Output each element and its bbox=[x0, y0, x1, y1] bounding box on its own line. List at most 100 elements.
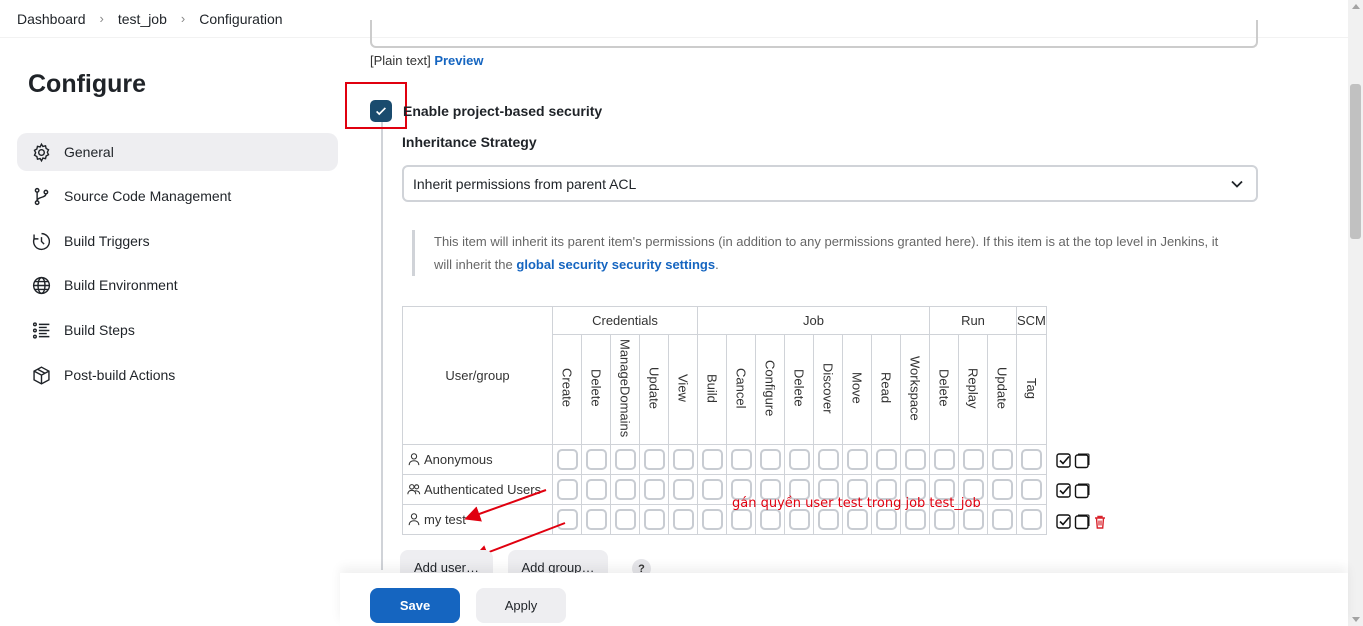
row-name-text: Authenticated Users bbox=[424, 482, 542, 497]
breadcrumb-dashboard[interactable]: Dashboard bbox=[17, 11, 86, 27]
select-all-icon[interactable] bbox=[1056, 483, 1072, 499]
permission-checkbox[interactable] bbox=[933, 449, 955, 470]
permission-cell bbox=[987, 504, 1017, 535]
breadcrumb-job[interactable]: test_job bbox=[118, 11, 167, 27]
global-security-link[interactable]: global security security settings bbox=[516, 257, 715, 272]
permission-checkbox[interactable] bbox=[672, 509, 694, 530]
permission-checkbox[interactable] bbox=[962, 449, 984, 470]
permission-cell bbox=[842, 444, 872, 475]
select-all-icon[interactable] bbox=[1056, 453, 1072, 469]
permission-checkbox[interactable] bbox=[585, 449, 607, 470]
permission-cell bbox=[987, 444, 1017, 475]
permission-checkbox[interactable] bbox=[556, 509, 578, 530]
scroll-thumb[interactable] bbox=[1350, 84, 1361, 239]
permission-cell bbox=[697, 504, 727, 535]
permission-checkbox[interactable] bbox=[933, 509, 955, 530]
select-all-icon[interactable] bbox=[1056, 514, 1072, 530]
permission-checkbox[interactable] bbox=[904, 449, 926, 470]
permission-checkbox[interactable] bbox=[643, 449, 665, 470]
permission-checkbox[interactable] bbox=[817, 509, 839, 530]
permission-checkbox[interactable] bbox=[730, 509, 752, 530]
row-name-text: Anonymous bbox=[424, 452, 493, 467]
preview-link[interactable]: Preview bbox=[434, 53, 483, 68]
scroll-down-arrow-icon[interactable] bbox=[1352, 617, 1360, 622]
chevron-right-icon: › bbox=[180, 11, 186, 26]
permission-checkbox[interactable] bbox=[788, 449, 810, 470]
permission-checkbox[interactable] bbox=[585, 479, 607, 500]
description-textarea[interactable] bbox=[370, 20, 1258, 48]
permission-cell bbox=[581, 444, 611, 475]
user-icon bbox=[408, 513, 420, 526]
permission-checkbox[interactable] bbox=[672, 449, 694, 470]
breadcrumb-configuration[interactable]: Configuration bbox=[199, 11, 282, 27]
permission-checkbox[interactable] bbox=[991, 449, 1013, 470]
permission-checkbox[interactable] bbox=[614, 479, 636, 500]
permission-label: Delete bbox=[588, 369, 604, 407]
permission-header: Delete bbox=[784, 334, 814, 445]
permission-label: Tag bbox=[1023, 377, 1039, 399]
permission-checkbox[interactable] bbox=[875, 509, 897, 530]
permission-checkbox[interactable] bbox=[701, 479, 723, 500]
inheritance-strategy-select[interactable]: Inherit permissions from parent ACL bbox=[402, 165, 1258, 202]
permission-checkbox[interactable] bbox=[614, 449, 636, 470]
permission-label: View bbox=[675, 374, 691, 402]
permission-cell bbox=[1016, 474, 1047, 505]
permission-label: Configure bbox=[762, 359, 778, 417]
permission-checkbox[interactable] bbox=[643, 509, 665, 530]
permission-checkbox[interactable] bbox=[759, 509, 781, 530]
permission-checkbox[interactable] bbox=[643, 479, 665, 500]
permission-checkbox[interactable] bbox=[846, 449, 868, 470]
row-tools-authenticated-users bbox=[1056, 483, 1090, 499]
permission-checkbox[interactable] bbox=[556, 479, 578, 500]
unselect-all-icon[interactable] bbox=[1074, 514, 1090, 530]
permission-header: Read bbox=[871, 334, 901, 445]
sidebar-item-source-code-management[interactable]: Source Code Management bbox=[17, 177, 338, 215]
permission-checkbox[interactable] bbox=[1020, 509, 1042, 530]
permission-checkbox[interactable] bbox=[556, 449, 578, 470]
permission-cell bbox=[668, 474, 698, 505]
permission-checkbox[interactable] bbox=[904, 509, 926, 530]
sidebar-item-build-triggers[interactable]: Build Triggers bbox=[17, 222, 338, 260]
sidebar-item-label: Build Triggers bbox=[64, 233, 150, 249]
permission-checkbox[interactable] bbox=[701, 509, 723, 530]
permission-checkbox[interactable] bbox=[991, 479, 1013, 500]
apply-button[interactable]: Apply bbox=[476, 588, 566, 623]
permission-checkbox[interactable] bbox=[875, 449, 897, 470]
permission-checkbox[interactable] bbox=[991, 509, 1013, 530]
permission-label: ManageDomains bbox=[617, 338, 633, 438]
permission-header: Update bbox=[987, 334, 1017, 445]
permission-checkbox[interactable] bbox=[759, 449, 781, 470]
enable-security-checkbox[interactable] bbox=[370, 100, 392, 122]
permission-checkbox[interactable] bbox=[672, 479, 694, 500]
permission-checkbox[interactable] bbox=[846, 509, 868, 530]
inheritance-info: This item will inherit its parent item's… bbox=[412, 230, 1232, 276]
permission-checkbox[interactable] bbox=[614, 509, 636, 530]
sidebar-item-post-build-actions[interactable]: Post-build Actions bbox=[17, 356, 338, 394]
permission-checkbox[interactable] bbox=[585, 509, 607, 530]
page-scrollbar[interactable] bbox=[1348, 0, 1363, 626]
scroll-up-arrow-icon[interactable] bbox=[1352, 4, 1360, 9]
sidebar-item-build-environment[interactable]: Build Environment bbox=[17, 266, 338, 304]
permission-cell bbox=[755, 444, 785, 475]
sidebar-item-build-steps[interactable]: Build Steps bbox=[17, 311, 338, 349]
permission-checkbox[interactable] bbox=[1020, 479, 1042, 500]
sidebar-item-general[interactable]: General bbox=[17, 133, 338, 171]
permission-cell bbox=[726, 444, 756, 475]
unselect-all-icon[interactable] bbox=[1074, 453, 1090, 469]
row-name-authenticated-users: Authenticated Users bbox=[402, 474, 553, 505]
section-divider bbox=[381, 100, 383, 570]
permission-checkbox[interactable] bbox=[962, 509, 984, 530]
permission-checkbox[interactable] bbox=[1020, 449, 1042, 470]
permission-header: Workspace bbox=[900, 334, 930, 445]
permission-label: Cancel bbox=[733, 367, 749, 409]
unselect-all-icon[interactable] bbox=[1074, 483, 1090, 499]
permission-checkbox[interactable] bbox=[730, 449, 752, 470]
group-header-scm: SCM bbox=[1016, 306, 1047, 335]
description-format: [Plain text] Preview bbox=[370, 53, 483, 68]
permission-cell bbox=[639, 504, 669, 535]
save-button[interactable]: Save bbox=[370, 588, 460, 623]
permission-checkbox[interactable] bbox=[701, 449, 723, 470]
permission-checkbox[interactable] bbox=[817, 449, 839, 470]
trash-icon[interactable] bbox=[1092, 514, 1108, 530]
permission-checkbox[interactable] bbox=[788, 509, 810, 530]
